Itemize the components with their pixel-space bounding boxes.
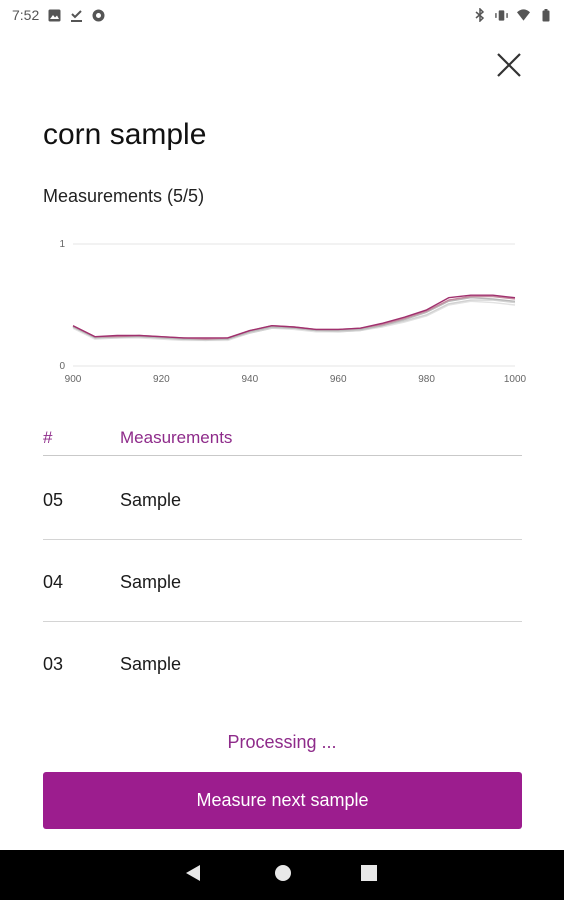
table-row[interactable]: 03 Sample [43, 622, 522, 704]
column-header-measurements: Measurements [120, 428, 233, 447]
back-icon [185, 864, 201, 887]
row-number: 03 [43, 654, 64, 674]
home-button[interactable] [272, 864, 294, 886]
sync-icon [92, 9, 105, 22]
close-button[interactable] [492, 50, 526, 84]
bluetooth-icon [473, 8, 486, 22]
row-number: 05 [43, 490, 64, 510]
row-name: Sample [120, 490, 182, 510]
series-line [72, 299, 516, 342]
status-left: 7:52 [12, 7, 105, 23]
status-bar: 7:52 [0, 0, 564, 30]
x-tick-label: 900 [65, 374, 82, 385]
x-tick-label: 920 [153, 374, 170, 385]
battery-icon [539, 8, 552, 22]
download-done-icon [70, 9, 83, 22]
table-row[interactable]: 04 Sample [43, 540, 522, 622]
status-right [473, 8, 552, 22]
wifi-icon [517, 9, 530, 22]
x-tick-label: 1000 [504, 374, 527, 385]
row-name: Sample [120, 572, 182, 592]
column-header-number: # [43, 428, 53, 447]
page-title: corn sample [43, 118, 207, 151]
x-tick-label: 980 [418, 374, 435, 385]
system-nav-bar [0, 850, 564, 900]
table-header: # Measurements [43, 420, 522, 456]
status-time: 7:52 [12, 7, 40, 23]
vibrate-icon [495, 9, 508, 22]
x-tick-label: 960 [330, 374, 347, 385]
measurements-label: Measurements (5/5) [43, 186, 205, 206]
home-icon [274, 864, 292, 887]
table-row[interactable]: 05 Sample [43, 458, 522, 540]
image-icon [48, 9, 61, 22]
row-number: 04 [43, 572, 64, 592]
x-tick-label: 940 [241, 374, 258, 385]
recents-icon [361, 864, 377, 886]
series-line [72, 295, 516, 340]
y-tick-label: 0 [59, 361, 65, 372]
close-icon [496, 52, 522, 83]
processing-status: Processing ... [227, 732, 337, 752]
row-name: Sample [120, 654, 182, 674]
back-button[interactable] [182, 864, 204, 886]
spectrum-chart: 0 1 900 920 940 960 980 1000 [59, 239, 527, 385]
recents-button[interactable] [358, 864, 380, 886]
measure-next-sample-button[interactable]: Measure next sample [43, 772, 522, 829]
y-tick-label: 1 [59, 239, 65, 250]
series-line [72, 300, 516, 342]
